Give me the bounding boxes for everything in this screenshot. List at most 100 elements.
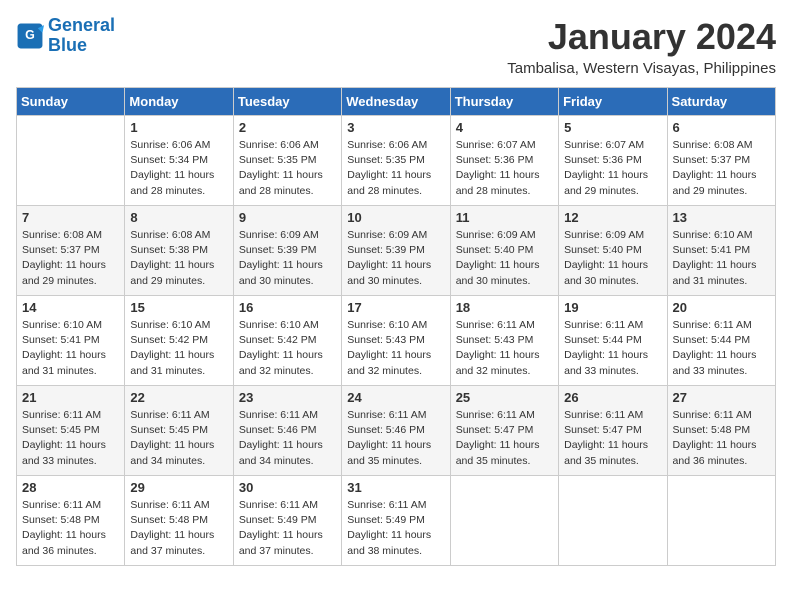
day-info: Sunrise: 6:10 AM Sunset: 5:41 PM Dayligh… [673, 228, 770, 289]
day-cell: 10 Sunrise: 6:09 AM Sunset: 5:39 PM Dayl… [342, 206, 450, 296]
day-header-friday: Friday [559, 88, 667, 116]
day-number: 24 [347, 390, 444, 405]
day-cell: 20 Sunrise: 6:11 AM Sunset: 5:44 PM Dayl… [667, 296, 775, 386]
day-number: 26 [564, 390, 661, 405]
day-info: Sunrise: 6:06 AM Sunset: 5:35 PM Dayligh… [239, 138, 336, 199]
day-cell: 8 Sunrise: 6:08 AM Sunset: 5:38 PM Dayli… [125, 206, 233, 296]
logo-text: General Blue [48, 16, 115, 56]
day-info: Sunrise: 6:11 AM Sunset: 5:47 PM Dayligh… [564, 408, 661, 469]
day-number: 7 [22, 210, 119, 225]
day-info: Sunrise: 6:11 AM Sunset: 5:44 PM Dayligh… [564, 318, 661, 379]
day-cell: 17 Sunrise: 6:10 AM Sunset: 5:43 PM Dayl… [342, 296, 450, 386]
day-info: Sunrise: 6:08 AM Sunset: 5:37 PM Dayligh… [22, 228, 119, 289]
day-number: 30 [239, 480, 336, 495]
day-cell: 25 Sunrise: 6:11 AM Sunset: 5:47 PM Dayl… [450, 386, 558, 476]
day-cell: 11 Sunrise: 6:09 AM Sunset: 5:40 PM Dayl… [450, 206, 558, 296]
day-info: Sunrise: 6:11 AM Sunset: 5:49 PM Dayligh… [239, 498, 336, 559]
day-cell: 4 Sunrise: 6:07 AM Sunset: 5:36 PM Dayli… [450, 116, 558, 206]
day-info: Sunrise: 6:09 AM Sunset: 5:40 PM Dayligh… [564, 228, 661, 289]
day-number: 16 [239, 300, 336, 315]
day-cell: 18 Sunrise: 6:11 AM Sunset: 5:43 PM Dayl… [450, 296, 558, 386]
day-header-tuesday: Tuesday [233, 88, 341, 116]
day-number: 12 [564, 210, 661, 225]
day-number: 17 [347, 300, 444, 315]
day-cell: 23 Sunrise: 6:11 AM Sunset: 5:46 PM Dayl… [233, 386, 341, 476]
day-info: Sunrise: 6:10 AM Sunset: 5:42 PM Dayligh… [239, 318, 336, 379]
calendar-table: SundayMondayTuesdayWednesdayThursdayFrid… [16, 87, 776, 566]
day-cell: 24 Sunrise: 6:11 AM Sunset: 5:46 PM Dayl… [342, 386, 450, 476]
day-cell: 29 Sunrise: 6:11 AM Sunset: 5:48 PM Dayl… [125, 476, 233, 566]
week-row-2: 7 Sunrise: 6:08 AM Sunset: 5:37 PM Dayli… [17, 206, 776, 296]
day-info: Sunrise: 6:08 AM Sunset: 5:37 PM Dayligh… [673, 138, 770, 199]
day-cell [559, 476, 667, 566]
logo-line2: Blue [48, 35, 87, 55]
day-info: Sunrise: 6:11 AM Sunset: 5:45 PM Dayligh… [130, 408, 227, 469]
week-row-3: 14 Sunrise: 6:10 AM Sunset: 5:41 PM Dayl… [17, 296, 776, 386]
day-info: Sunrise: 6:11 AM Sunset: 5:47 PM Dayligh… [456, 408, 553, 469]
day-info: Sunrise: 6:06 AM Sunset: 5:34 PM Dayligh… [130, 138, 227, 199]
day-info: Sunrise: 6:11 AM Sunset: 5:43 PM Dayligh… [456, 318, 553, 379]
day-info: Sunrise: 6:11 AM Sunset: 5:46 PM Dayligh… [347, 408, 444, 469]
day-info: Sunrise: 6:09 AM Sunset: 5:40 PM Dayligh… [456, 228, 553, 289]
svg-text:G: G [25, 28, 35, 42]
day-number: 13 [673, 210, 770, 225]
day-info: Sunrise: 6:11 AM Sunset: 5:48 PM Dayligh… [22, 498, 119, 559]
week-row-1: 1 Sunrise: 6:06 AM Sunset: 5:34 PM Dayli… [17, 116, 776, 206]
day-number: 10 [347, 210, 444, 225]
day-number: 2 [239, 120, 336, 135]
day-cell: 12 Sunrise: 6:09 AM Sunset: 5:40 PM Dayl… [559, 206, 667, 296]
month-title: January 2024 [507, 16, 776, 58]
calendar-body: 1 Sunrise: 6:06 AM Sunset: 5:34 PM Dayli… [17, 116, 776, 566]
day-number: 18 [456, 300, 553, 315]
day-cell: 26 Sunrise: 6:11 AM Sunset: 5:47 PM Dayl… [559, 386, 667, 476]
day-info: Sunrise: 6:11 AM Sunset: 5:48 PM Dayligh… [673, 408, 770, 469]
day-info: Sunrise: 6:09 AM Sunset: 5:39 PM Dayligh… [347, 228, 444, 289]
day-cell: 13 Sunrise: 6:10 AM Sunset: 5:41 PM Dayl… [667, 206, 775, 296]
day-cell: 31 Sunrise: 6:11 AM Sunset: 5:49 PM Dayl… [342, 476, 450, 566]
location-title: Tambalisa, Western Visayas, Philippines [507, 60, 776, 77]
page-header: G General Blue January 2024 Tambalisa, W… [16, 16, 776, 77]
day-info: Sunrise: 6:11 AM Sunset: 5:45 PM Dayligh… [22, 408, 119, 469]
day-header-wednesday: Wednesday [342, 88, 450, 116]
day-number: 14 [22, 300, 119, 315]
day-number: 4 [456, 120, 553, 135]
day-cell: 15 Sunrise: 6:10 AM Sunset: 5:42 PM Dayl… [125, 296, 233, 386]
day-header-saturday: Saturday [667, 88, 775, 116]
week-row-4: 21 Sunrise: 6:11 AM Sunset: 5:45 PM Dayl… [17, 386, 776, 476]
day-cell: 16 Sunrise: 6:10 AM Sunset: 5:42 PM Dayl… [233, 296, 341, 386]
day-number: 11 [456, 210, 553, 225]
day-number: 5 [564, 120, 661, 135]
day-cell: 19 Sunrise: 6:11 AM Sunset: 5:44 PM Dayl… [559, 296, 667, 386]
logo: G General Blue [16, 16, 115, 56]
day-cell: 1 Sunrise: 6:06 AM Sunset: 5:34 PM Dayli… [125, 116, 233, 206]
day-cell: 5 Sunrise: 6:07 AM Sunset: 5:36 PM Dayli… [559, 116, 667, 206]
day-cell: 30 Sunrise: 6:11 AM Sunset: 5:49 PM Dayl… [233, 476, 341, 566]
day-header-sunday: Sunday [17, 88, 125, 116]
day-number: 22 [130, 390, 227, 405]
day-info: Sunrise: 6:07 AM Sunset: 5:36 PM Dayligh… [456, 138, 553, 199]
day-number: 21 [22, 390, 119, 405]
day-cell: 28 Sunrise: 6:11 AM Sunset: 5:48 PM Dayl… [17, 476, 125, 566]
day-cell: 3 Sunrise: 6:06 AM Sunset: 5:35 PM Dayli… [342, 116, 450, 206]
day-info: Sunrise: 6:11 AM Sunset: 5:44 PM Dayligh… [673, 318, 770, 379]
logo-line1: General [48, 15, 115, 35]
day-cell: 27 Sunrise: 6:11 AM Sunset: 5:48 PM Dayl… [667, 386, 775, 476]
day-cell: 21 Sunrise: 6:11 AM Sunset: 5:45 PM Dayl… [17, 386, 125, 476]
day-number: 1 [130, 120, 227, 135]
day-number: 20 [673, 300, 770, 315]
day-info: Sunrise: 6:11 AM Sunset: 5:46 PM Dayligh… [239, 408, 336, 469]
day-info: Sunrise: 6:11 AM Sunset: 5:48 PM Dayligh… [130, 498, 227, 559]
day-cell: 14 Sunrise: 6:10 AM Sunset: 5:41 PM Dayl… [17, 296, 125, 386]
day-info: Sunrise: 6:09 AM Sunset: 5:39 PM Dayligh… [239, 228, 336, 289]
day-cell: 2 Sunrise: 6:06 AM Sunset: 5:35 PM Dayli… [233, 116, 341, 206]
day-info: Sunrise: 6:08 AM Sunset: 5:38 PM Dayligh… [130, 228, 227, 289]
day-cell: 7 Sunrise: 6:08 AM Sunset: 5:37 PM Dayli… [17, 206, 125, 296]
day-info: Sunrise: 6:07 AM Sunset: 5:36 PM Dayligh… [564, 138, 661, 199]
day-number: 19 [564, 300, 661, 315]
day-cell: 6 Sunrise: 6:08 AM Sunset: 5:37 PM Dayli… [667, 116, 775, 206]
day-number: 9 [239, 210, 336, 225]
title-block: January 2024 Tambalisa, Western Visayas,… [507, 16, 776, 77]
day-cell: 22 Sunrise: 6:11 AM Sunset: 5:45 PM Dayl… [125, 386, 233, 476]
day-number: 27 [673, 390, 770, 405]
day-info: Sunrise: 6:06 AM Sunset: 5:35 PM Dayligh… [347, 138, 444, 199]
